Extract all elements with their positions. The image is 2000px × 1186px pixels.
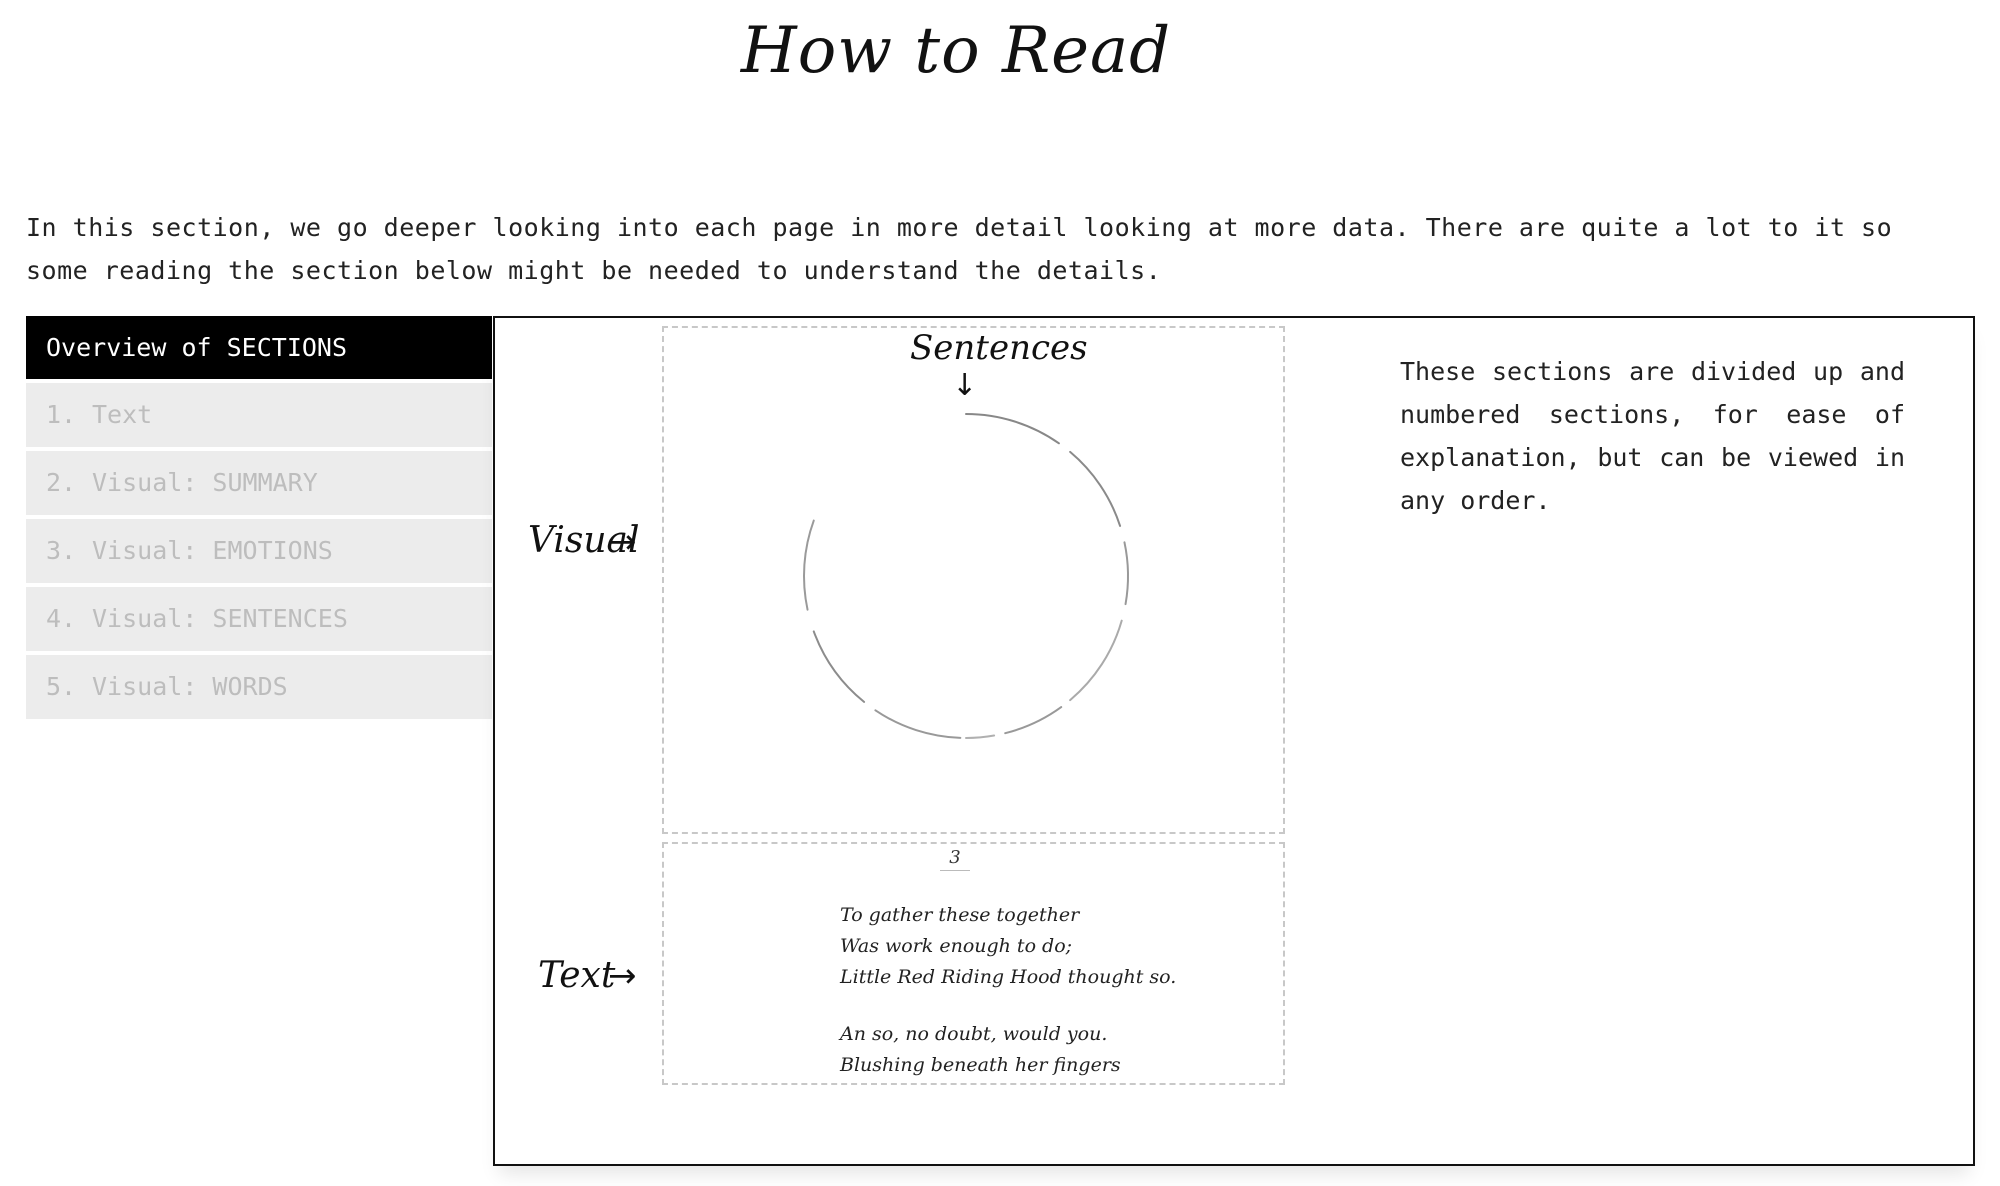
sentence-arc: [1004, 706, 1063, 735]
sentence-arc: [1069, 450, 1122, 527]
poem-line: Little Red Riding Hood thought so.: [840, 966, 1177, 988]
poem-line: To gather these together: [840, 904, 1080, 926]
sentence-arc: [803, 519, 815, 611]
poem-line: An so, no doubt, would you.: [840, 1023, 1108, 1045]
sentence-arc: [1123, 541, 1129, 606]
page-number: 3: [940, 846, 970, 871]
sentence-arc: [1069, 619, 1123, 702]
poem-text: To gather these together Was work enough…: [840, 900, 1176, 1081]
poem-stanza-break: [840, 993, 1176, 1019]
sentence-arc: [965, 734, 996, 739]
sentence-arc: [874, 709, 962, 739]
poem-line: Was work enough to do;: [840, 935, 1073, 957]
poem-line: Blushing beneath her fingers: [840, 1054, 1121, 1076]
side-note: These sections are divided up and number…: [1400, 357, 1905, 515]
sentence-arc: [812, 630, 866, 703]
sentence-arc: [965, 413, 1060, 445]
